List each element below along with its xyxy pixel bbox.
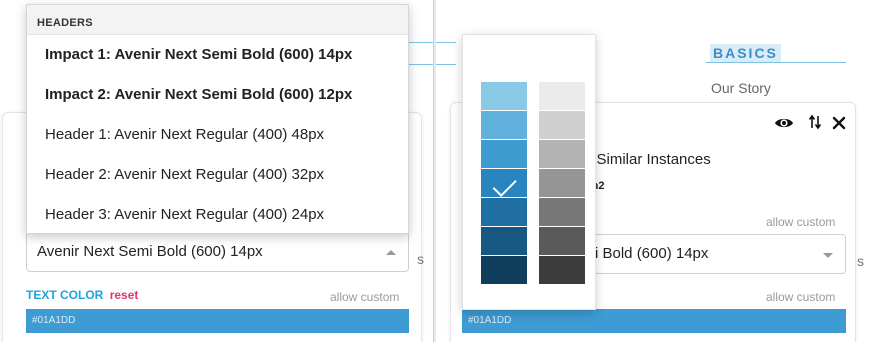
allow-custom-label[interactable]: allow custom — [766, 215, 835, 229]
text-color-input[interactable]: #01A1DD — [462, 309, 846, 333]
color-swatch-gray-2[interactable] — [539, 111, 585, 139]
text-color-label: TEXT COLOR — [26, 288, 104, 302]
allow-custom-label[interactable]: allow custom — [766, 290, 835, 304]
color-swatch-gray-7[interactable] — [539, 256, 585, 284]
headers-title: HEADERS — [27, 5, 408, 35]
color-swatch-blue-3[interactable] — [481, 140, 527, 168]
color-swatch-gray-3[interactable] — [539, 140, 585, 168]
background-rule — [706, 62, 846, 63]
truncated-text: s — [857, 253, 864, 269]
background-rule — [436, 42, 456, 43]
text-color-value: #01A1DD — [468, 315, 512, 326]
headers-dropdown: HEADERS Impact 1: Avenir Next Semi Bold … — [26, 4, 409, 234]
menu-item-impact-2[interactable]: Impact 2: Avenir Next Semi Bold (600) 12… — [27, 75, 408, 115]
menu-item-header-1[interactable]: Header 1: Avenir Next Regular (400) 48px — [27, 115, 408, 155]
right-pane: BASICS Our Story 5 Similar Instances ›h2… — [436, 0, 873, 342]
color-swatch-gray-6[interactable] — [539, 227, 585, 255]
chevron-up-icon — [386, 250, 396, 255]
color-swatch-gray-4[interactable] — [539, 169, 585, 197]
menu-item-impact-1[interactable]: Impact 1: Avenir Next Semi Bold (600) 14… — [27, 35, 408, 75]
font-style-select[interactable]: Avenir Next Semi Bold (600) 14px — [26, 232, 409, 272]
nav-title-basics[interactable]: BASICS — [710, 44, 781, 62]
color-swatch-blue-1[interactable] — [481, 82, 527, 110]
eye-icon[interactable] — [774, 116, 794, 130]
chevron-down-icon — [823, 253, 833, 258]
font-style-select[interactable]: i Bold (600) 14px — [594, 234, 846, 274]
color-swatch-blue-7[interactable] — [481, 256, 527, 284]
text-color-row: TEXT COLOR reset — [26, 288, 138, 302]
color-swatch-blue-2[interactable] — [481, 111, 527, 139]
background-rule — [436, 64, 456, 65]
close-icon[interactable] — [832, 116, 846, 130]
color-swatch-gray-5[interactable] — [539, 198, 585, 226]
checkmark-icon — [492, 172, 517, 197]
color-swatch-blue-6[interactable] — [481, 227, 527, 255]
color-swatch-blue-5[interactable] — [481, 198, 527, 226]
left-pane: Avenir Next Semi Bold (600) 14px s TEXT … — [0, 0, 433, 342]
allow-custom-label[interactable]: allow custom — [330, 290, 399, 304]
truncated-text: s — [417, 251, 424, 267]
text-color-value: #01A1DD — [32, 315, 76, 326]
color-swatch-popup — [462, 34, 596, 310]
sort-arrows-icon[interactable] — [808, 114, 822, 130]
color-swatch-blue-4[interactable] — [481, 169, 527, 197]
color-swatch-gray-1[interactable] — [539, 82, 585, 110]
menu-item-header-2[interactable]: Header 2: Avenir Next Regular (400) 32px — [27, 155, 408, 195]
similar-instances-text[interactable]: 5 Similar Instances — [584, 151, 711, 168]
font-style-select-value: Avenir Next Semi Bold (600) 14px — [37, 243, 263, 260]
similar-instances-label: Similar Instances — [592, 151, 711, 168]
text-color-input[interactable]: #01A1DD — [26, 309, 409, 333]
reset-link[interactable]: reset — [110, 288, 139, 302]
menu-item-header-3[interactable]: Header 3: Avenir Next Regular (400) 24px — [27, 195, 408, 233]
nav-item-our-story[interactable]: Our Story — [711, 80, 771, 96]
font-style-select-value: i Bold (600) 14px — [595, 245, 709, 262]
